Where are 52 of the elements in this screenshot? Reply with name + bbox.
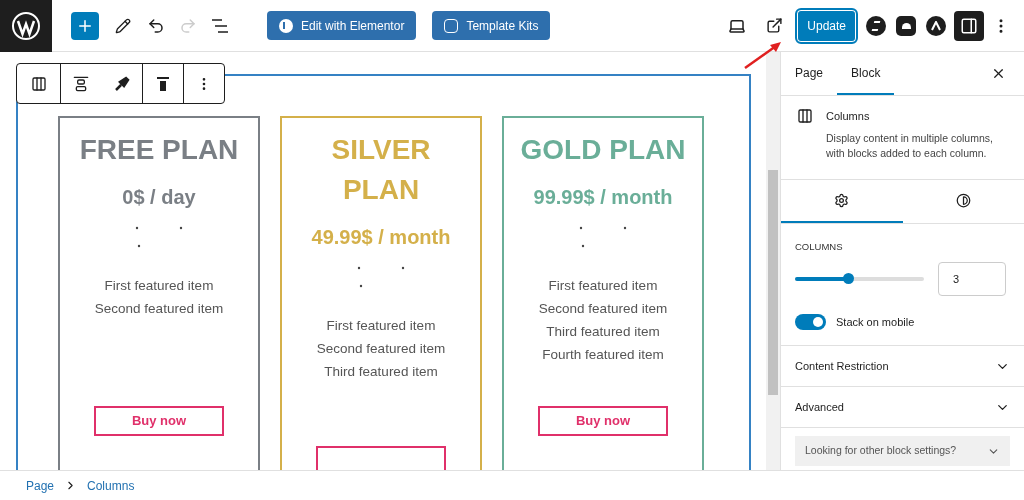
columns-icon[interactable]: [30, 75, 47, 92]
toggle-switch[interactable]: [795, 314, 826, 330]
columns-label: COLUMNS: [795, 239, 844, 254]
settings-toggle[interactable]: [954, 10, 984, 41]
plan-title: SILVER PLAN: [330, 133, 432, 207]
plan-price: 49.99$ / month: [311, 225, 451, 250]
feature-item: Third featured item: [546, 323, 660, 341]
feature-item: Second featured item: [538, 300, 668, 318]
plan-title: GOLD PLAN: [519, 133, 687, 167]
feature-item: First featured item: [104, 277, 214, 295]
notice-panel[interactable]: Looking for other block settings?: [795, 436, 1010, 467]
align-icon[interactable]: [73, 75, 90, 92]
contrast-icon: [955, 192, 971, 208]
breadcrumb-link[interactable]: Page: [26, 476, 55, 495]
sidebar-tab[interactable]: Page: [781, 52, 838, 95]
plugin-button[interactable]: Template Kits: [432, 11, 551, 40]
breadcrumb-link[interactable]: Columns: [87, 476, 135, 495]
plan-title: FREE PLAN: [78, 133, 240, 167]
block-name: Columns: [826, 109, 871, 124]
feature-item: First featured item: [548, 277, 658, 295]
feature-item: Fourth featured item: [542, 346, 664, 364]
close-icon[interactable]: [991, 66, 1006, 81]
wordpress-logo[interactable]: [0, 0, 52, 52]
feature-item: Second featured item: [316, 340, 446, 358]
columns-slider[interactable]: [795, 271, 924, 286]
columns-icon: [797, 108, 813, 124]
plan-price: 99.99$ / month: [533, 185, 673, 210]
sidebar-panel-icon: [960, 16, 978, 35]
add-block-button[interactable]: [71, 11, 99, 40]
vertical-align-top-icon[interactable]: [156, 75, 170, 92]
columns-input[interactable]: 3: [938, 261, 1006, 296]
toggle-label: Stack on mobile: [836, 314, 915, 330]
buy-button[interactable]: Buy now: [94, 406, 224, 436]
view-post-icon[interactable]: [766, 17, 784, 34]
panel-header[interactable]: Advanced: [781, 387, 1024, 429]
plugin-button[interactable]: Edit with Elementor: [267, 11, 417, 40]
peak-logo-icon[interactable]: [926, 15, 946, 36]
list-view-icon[interactable]: [211, 17, 229, 34]
brush-icon[interactable]: [113, 75, 130, 92]
update-button[interactable]: Update: [797, 9, 856, 42]
pencil-icon[interactable]: [115, 17, 131, 34]
buy-button[interactable]: Buy now: [538, 406, 668, 436]
undo-icon[interactable]: [147, 16, 165, 35]
panel-header[interactable]: Content Restriction: [781, 346, 1024, 388]
block-description: Display content in multiple columns, with blocks added to each column.: [826, 130, 994, 161]
pointer-arrow: [743, 40, 783, 70]
feature-item: First featured item: [326, 317, 436, 335]
feature-item: Third featured item: [324, 363, 438, 381]
settings-icon: [834, 192, 850, 208]
feature-item: Second featured item: [94, 300, 224, 318]
sidebar-tab[interactable]: Block: [837, 52, 895, 95]
plan-price: 0$ / day: [122, 185, 196, 210]
